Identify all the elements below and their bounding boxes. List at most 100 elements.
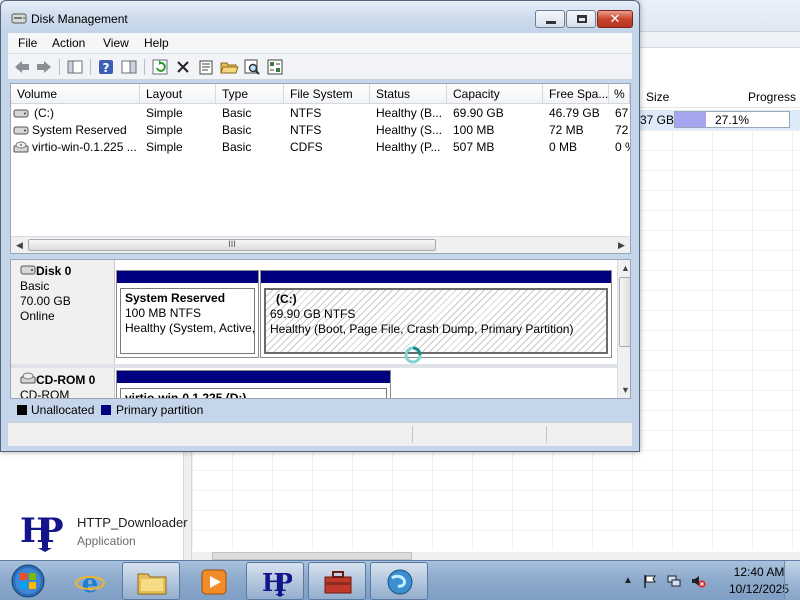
disk-view-scroll-thumb[interactable] [619,277,630,347]
volume-layout: Simple [146,106,183,120]
column-file-system[interactable]: File System [284,84,370,104]
partition-system-reserved[interactable]: System Reserved 100 MB NTFS Healthy (Sys… [116,270,259,358]
background-scroll-thumb[interactable] [212,552,412,560]
properties-icon [199,60,213,75]
cdrom-0-name-text: CD-ROM 0 [36,373,96,387]
drive-icon [13,126,29,135]
network-globe-icon [387,569,413,595]
cdrom-0-label[interactable]: CD-ROM 0 CD-ROM [11,368,115,398]
toolbox-icon [324,571,352,594]
background-horizontal-scrollbar[interactable] [192,552,800,560]
taskbar: e HP ▲ 12:40 AM 10/12/2025 [0,560,800,600]
start-button[interactable] [6,563,50,599]
open-button[interactable] [219,58,239,76]
column-header-size[interactable]: Size [646,90,669,104]
menu-view[interactable]: View [98,35,134,52]
partition-c-drive[interactable]: (C:) 69.90 GB NTFS Healthy (Boot, Page F… [260,270,612,358]
volume-status: Healthy (S... [376,123,443,137]
show-hidden-icons-icon[interactable]: ▲ [620,573,636,589]
settings-button[interactable] [265,58,285,76]
volume-list-horizontal-scrollbar[interactable]: ◀ III ▶ [11,236,630,253]
http-downloader-icon: HP [262,568,292,597]
column-percent-free[interactable]: % F [609,84,630,104]
column-capacity[interactable]: Capacity [447,84,543,104]
search-button[interactable] [242,58,262,76]
partition-status: Healthy (Boot, Page File, Crash Dump, Pr… [270,322,574,336]
volume-row[interactable]: System Reserved Simple Basic NTFS Health… [11,122,630,139]
taskbar-http-downloader[interactable]: HP [246,562,304,600]
volume-name: virtio-win-0.1.225 ... [32,140,137,154]
refresh-button[interactable] [150,58,170,76]
menu-action[interactable]: Action [47,35,90,52]
folder-icon [137,573,167,595]
volume-list-scroll-thumb[interactable]: III [28,239,436,251]
show-hide-console-tree-button[interactable] [65,58,85,76]
svg-text:P: P [38,511,64,551]
column-type[interactable]: Type [216,84,284,104]
column-volume[interactable]: Volume [11,84,140,104]
download-progress-bar: 27.1% [674,111,790,128]
action-center-flag-icon[interactable] [642,573,658,589]
disk-0-name: Disk 0 [20,264,114,279]
taskbar-toolbox[interactable] [308,562,366,600]
taskbar-media-player[interactable] [184,562,242,600]
scroll-right-arrow-icon[interactable]: ▶ [614,238,629,252]
properties-pane-icon [121,60,137,74]
http-downloader-app-item[interactable]: H P HTTP_Downloader Application [10,506,188,554]
scroll-up-arrow-icon[interactable]: ▲ [618,261,630,275]
volume-type: Basic [222,140,252,154]
column-status[interactable]: Status [370,84,447,104]
background-column-header: Size Progress [638,86,800,108]
partition-virtio-win[interactable]: virtio-win-0.1.225 (D:) [116,370,391,398]
taskbar-internet-explorer[interactable]: e [60,562,118,600]
svg-text:P: P [275,568,292,597]
status-bar [8,422,632,446]
delete-button[interactable] [173,58,193,76]
system-tray: ▲ 12:40 AM 10/12/2025 [614,561,800,600]
partition-status: Healthy (System, Active, [125,321,255,335]
disk-view-vertical-scrollbar[interactable]: ▲ ▼ [617,260,630,398]
title-bar[interactable]: Disk Management ✕ [1,1,639,33]
primary-partition-bar [261,271,611,283]
volume-name: (C:) [34,106,54,120]
column-free-space[interactable]: Free Spa... [543,84,609,104]
forward-button[interactable] [34,58,54,76]
network-status-icon[interactable] [666,573,682,589]
volume-percent-free: 0 % [615,140,630,154]
scroll-left-arrow-icon[interactable]: ◀ [12,238,27,252]
toolbar-separator [144,59,145,75]
menu-file[interactable]: File [13,35,42,52]
background-pane-splitter[interactable] [184,452,192,560]
volume-muted-icon[interactable] [690,573,706,589]
menu-help[interactable]: Help [139,35,174,52]
taskbar-network-app[interactable] [370,562,428,600]
legend-unallocated: Unallocated [31,403,95,417]
http-downloader-logo-icon: H P [20,511,64,552]
partition-name: (C:) [276,292,297,306]
properties-button[interactable] [196,58,216,76]
volume-row[interactable]: virtio-win-0.1.225 ... Simple Basic CDFS… [11,139,630,156]
maximize-icon [577,15,587,23]
minimize-button[interactable] [535,10,565,28]
legend: Unallocated Primary partition [10,401,631,419]
back-button[interactable] [12,58,32,76]
scroll-down-arrow-icon[interactable]: ▼ [618,383,630,397]
minimize-icon [546,21,556,24]
help-button[interactable]: ? [96,58,116,76]
column-layout[interactable]: Layout [140,84,216,104]
status-separator [546,426,547,443]
close-button[interactable]: ✕ [597,10,633,28]
drive-icon [13,109,29,118]
background-tab-strip [638,32,800,48]
disk-0-kind: Basic [20,279,50,293]
column-header-progress[interactable]: Progress [748,90,796,104]
show-desktop-button[interactable] [784,561,800,600]
maximize-button[interactable] [566,10,596,28]
forward-arrow-icon [37,61,51,73]
download-row[interactable]: 37 GB 27.1% [638,110,800,130]
volume-row[interactable]: (C:) Simple Basic NTFS Healthy (B... 69.… [11,105,630,122]
taskbar-windows-explorer[interactable] [122,562,180,600]
disk-0-label[interactable]: Disk 0 Basic 70.00 GB Online [11,260,115,364]
show-hide-action-pane-button[interactable] [119,58,139,76]
legend-primary-partition: Primary partition [116,403,204,417]
